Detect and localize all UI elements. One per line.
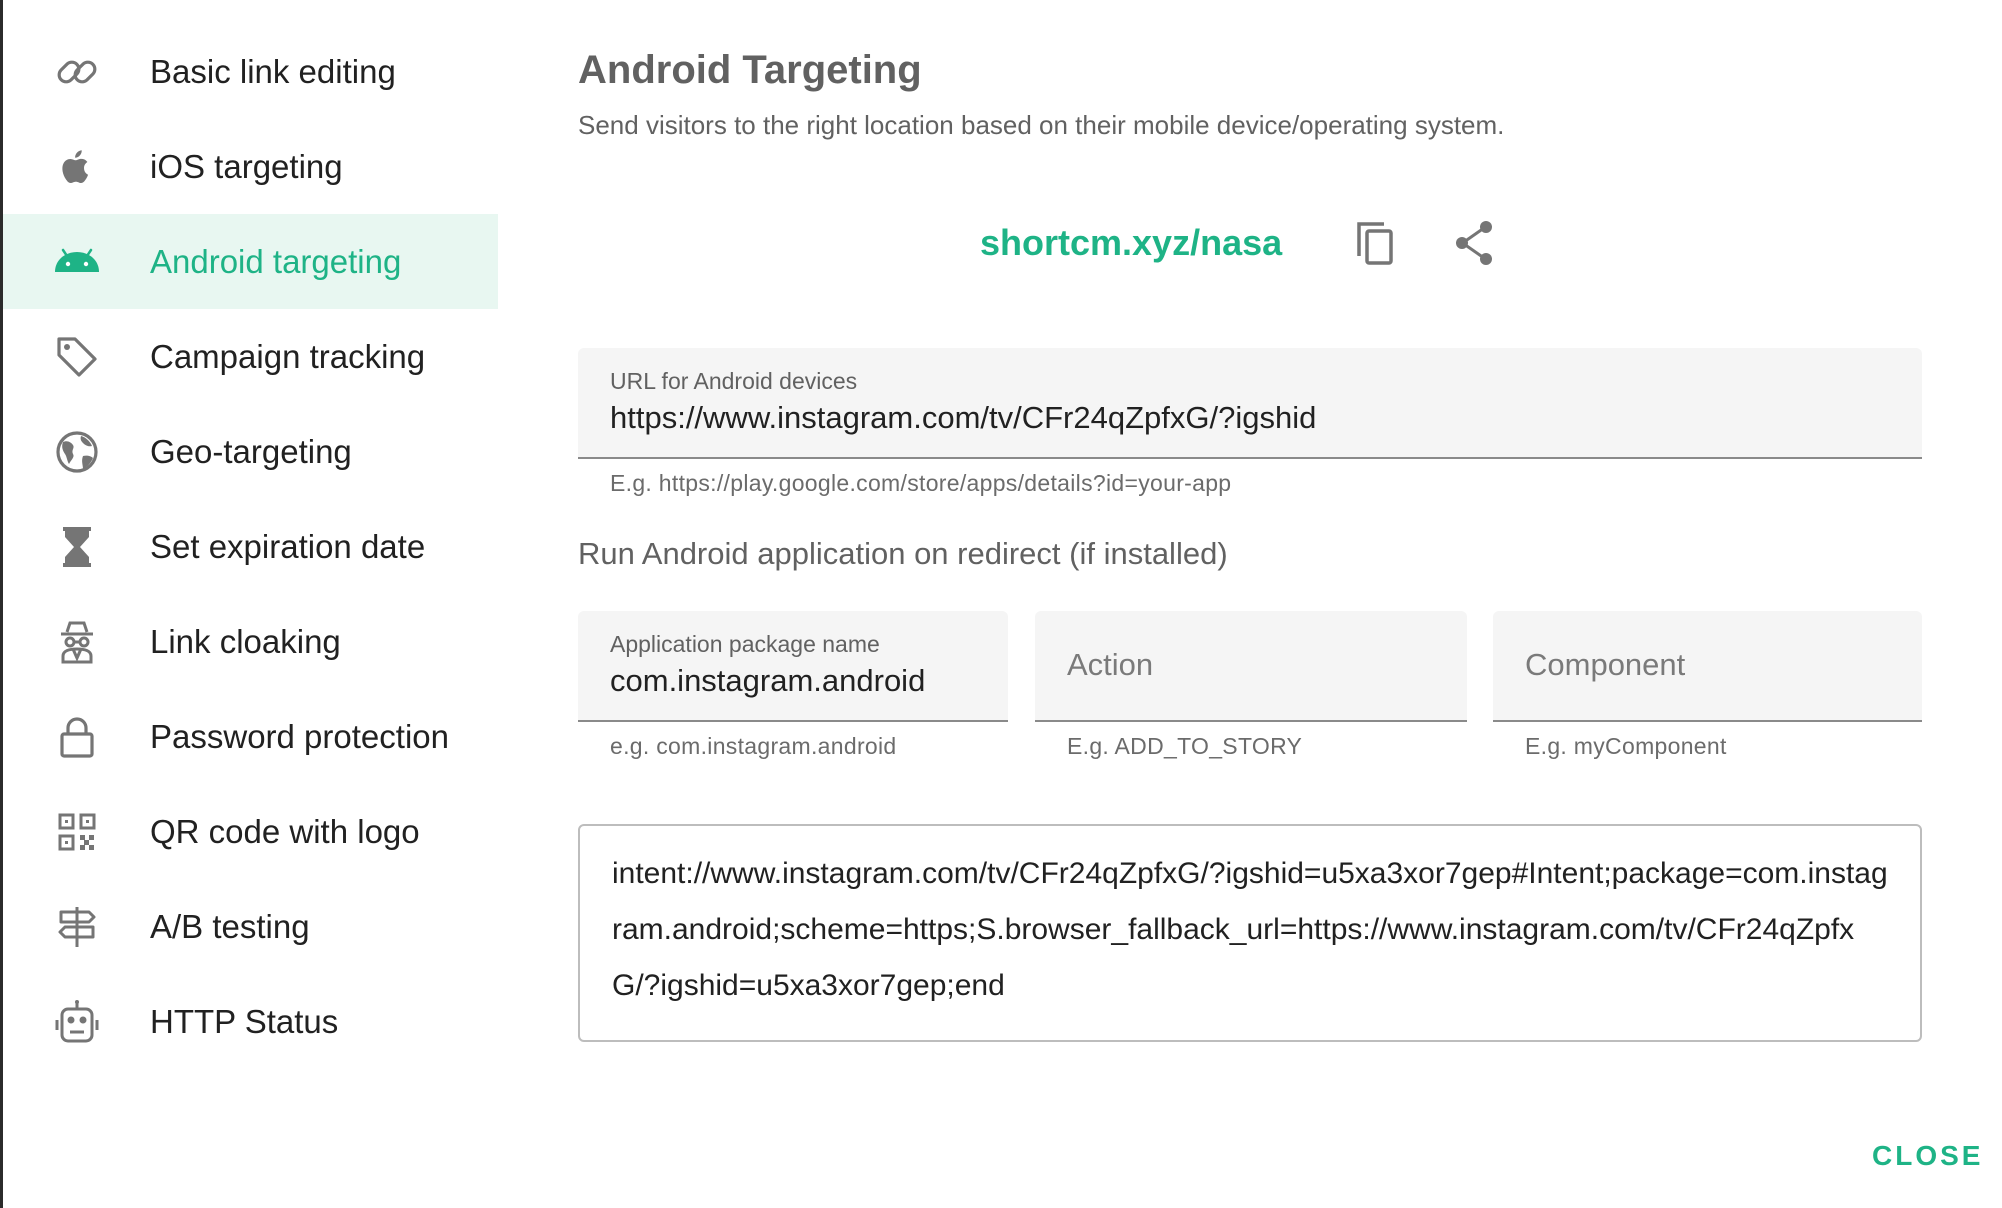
intent-url-box[interactable]: intent://www.instagram.com/tv/CFr24qZpfx… bbox=[578, 824, 1922, 1042]
sidebar-item-label: Password protection bbox=[150, 718, 449, 755]
globe-icon bbox=[53, 428, 101, 476]
share-icon[interactable] bbox=[1446, 216, 1502, 272]
sidebar-item-set-expiration-date[interactable]: Set expiration date bbox=[3, 499, 498, 594]
robot-icon bbox=[53, 998, 101, 1046]
intent-url-text[interactable]: intent://www.instagram.com/tv/CFr24qZpfx… bbox=[612, 846, 1897, 1014]
page-subtitle: Send visitors to the right location base… bbox=[578, 110, 1505, 140]
sidebar-item-campaign-tracking[interactable]: Campaign tracking bbox=[3, 309, 498, 404]
sidebar-item-label: HTTP Status bbox=[150, 1003, 339, 1040]
package-name-field[interactable]: Application package name com.instagram.a… bbox=[578, 611, 1008, 722]
component-placeholder: Component bbox=[1525, 647, 1686, 682]
link-icon bbox=[53, 48, 101, 96]
sidebar-item-label: Geo-targeting bbox=[150, 433, 352, 470]
app-section-heading: Run Android application on redirect (if … bbox=[578, 536, 1228, 571]
sidebar-item-label: Android targeting bbox=[150, 243, 402, 280]
sidebar: Basic link editing iOS targeting Android… bbox=[3, 0, 498, 1208]
lock-icon bbox=[53, 713, 101, 761]
action-placeholder: Action bbox=[1067, 647, 1154, 682]
sidebar-item-label: Campaign tracking bbox=[150, 338, 426, 375]
sidebar-item-label: Basic link editing bbox=[150, 53, 396, 90]
qr-code-icon bbox=[53, 808, 101, 856]
sidebar-item-qr-code-with-logo[interactable]: QR code with logo bbox=[3, 784, 498, 879]
signpost-icon bbox=[53, 903, 101, 951]
sidebar-item-label: QR code with logo bbox=[150, 813, 420, 850]
main-panel: Android Targeting Send visitors to the r… bbox=[578, 0, 1978, 1208]
sidebar-item-label: Link cloaking bbox=[150, 623, 341, 660]
sidebar-item-link-cloaking[interactable]: Link cloaking bbox=[3, 594, 498, 689]
android-url-label: URL for Android devices bbox=[610, 368, 858, 394]
sidebar-item-ios-targeting[interactable]: iOS targeting bbox=[3, 119, 498, 214]
sidebar-item-android-targeting[interactable]: Android targeting bbox=[3, 214, 498, 309]
tag-icon bbox=[53, 333, 101, 381]
android-url-value[interactable]: https://www.instagram.com/tv/CFr24qZpfxG… bbox=[610, 400, 1316, 436]
android-url-field[interactable]: URL for Android devices https://www.inst… bbox=[578, 348, 1922, 459]
sidebar-item-http-status[interactable]: HTTP Status bbox=[3, 974, 498, 1069]
hourglass-icon bbox=[53, 523, 101, 571]
sidebar-item-label: A/B testing bbox=[150, 908, 310, 945]
android-url-hint: E.g. https://play.google.com/store/apps/… bbox=[610, 470, 1232, 496]
component-field[interactable]: Component bbox=[1493, 611, 1922, 722]
package-name-label: Application package name bbox=[610, 631, 880, 657]
action-hint: E.g. ADD_TO_STORY bbox=[1067, 733, 1303, 759]
copy-icon[interactable] bbox=[1350, 216, 1406, 272]
sidebar-item-label: iOS targeting bbox=[150, 148, 343, 185]
component-hint: E.g. myComponent bbox=[1525, 733, 1727, 759]
android-icon bbox=[53, 238, 101, 286]
package-name-value[interactable]: com.instagram.android bbox=[610, 663, 925, 699]
sidebar-item-label: Set expiration date bbox=[150, 528, 426, 565]
short-link[interactable]: shortcm.xyz/nasa bbox=[980, 222, 1282, 264]
page-title: Android Targeting bbox=[578, 48, 922, 92]
apple-icon bbox=[53, 143, 101, 191]
close-button[interactable]: CLOSE bbox=[1872, 1140, 1983, 1172]
sidebar-item-basic-link-editing[interactable]: Basic link editing bbox=[3, 24, 498, 119]
sidebar-item-ab-testing[interactable]: A/B testing bbox=[3, 879, 498, 974]
incognito-icon bbox=[53, 618, 101, 666]
action-field[interactable]: Action bbox=[1035, 611, 1467, 722]
sidebar-item-password-protection[interactable]: Password protection bbox=[3, 689, 498, 784]
sidebar-item-geo-targeting[interactable]: Geo-targeting bbox=[3, 404, 498, 499]
package-name-hint: e.g. com.instagram.android bbox=[610, 733, 897, 759]
